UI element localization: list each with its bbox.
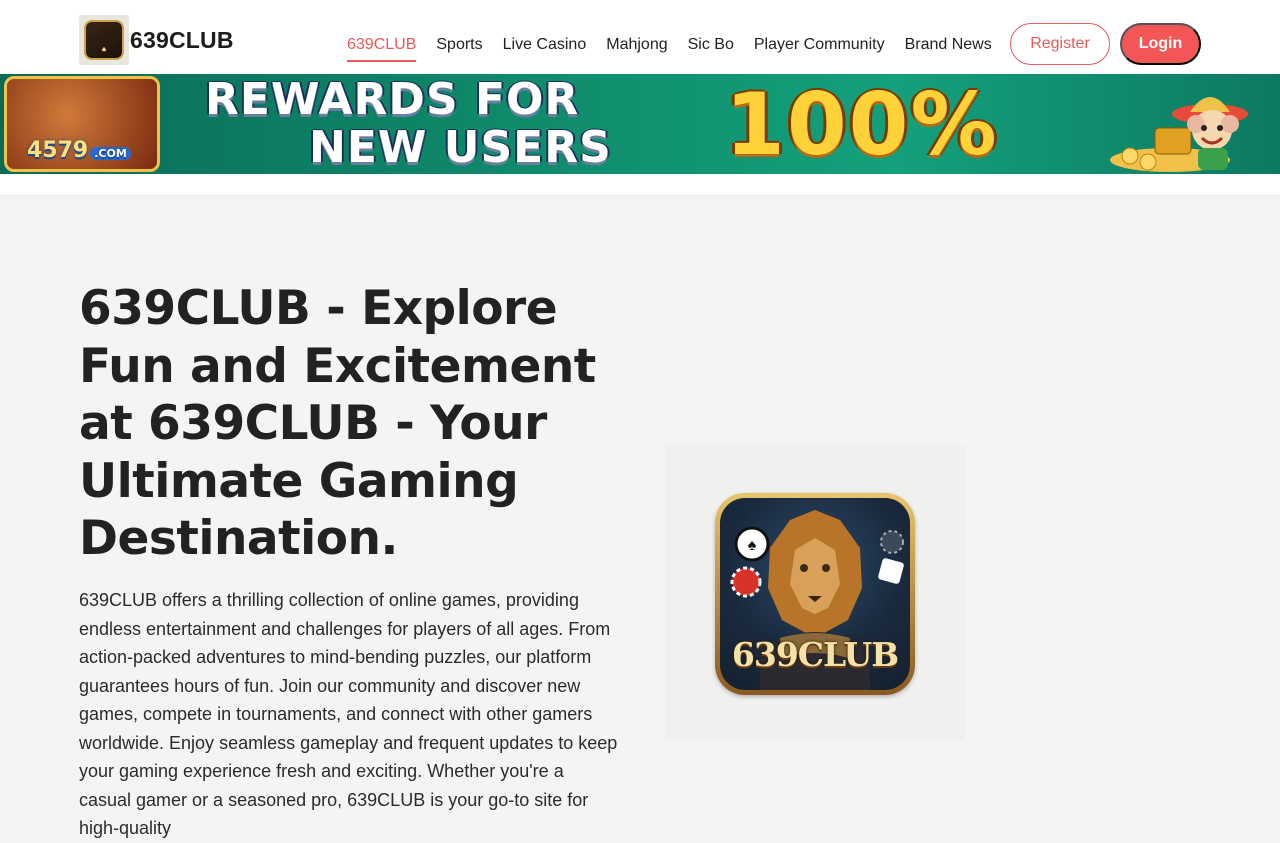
banner-headline: REWARDS FOR NEW USERS — [205, 76, 612, 172]
nav-item-sic-bo[interactable]: Sic Bo — [688, 34, 734, 62]
page-title: 639CLUB - Explore Fun and Excitement at … — [79, 281, 596, 566]
nav-item-sports[interactable]: Sports — [436, 34, 482, 62]
site-header: ♠ 639CLUB 639CLUB Sports Live Casino Mah… — [0, 0, 1280, 74]
brand-logo[interactable]: ♠ — [79, 15, 129, 65]
brand-name[interactable]: 639CLUB — [130, 27, 234, 54]
register-button[interactable]: Register — [1010, 23, 1110, 65]
banner-percent: 100% — [725, 75, 999, 174]
casino-badge-image: 4579 .COM — [4, 76, 160, 172]
nav-item-player-community[interactable]: Player Community — [754, 34, 885, 62]
badge-site-text: 4579 .COM — [27, 138, 131, 163]
nav-item-brand-news[interactable]: Brand News — [905, 34, 992, 62]
svg-text:♠: ♠ — [748, 537, 757, 554]
mascot-illustration — [1110, 97, 1248, 172]
login-button[interactable]: Login — [1120, 23, 1201, 65]
brand[interactable]: ♠ 639CLUB — [79, 15, 234, 65]
promo-banner[interactable]: 4579 .COM REWARDS FOR NEW USERS 100% — [0, 74, 1280, 174]
nav-item-mahjong[interactable]: Mahjong — [606, 34, 667, 62]
hero-image: ♠ 639CLUB — [665, 445, 965, 740]
app-logo-face: ♠ 639CLUB — [720, 498, 910, 690]
banner-headline-line1: REWARDS FOR — [205, 74, 580, 125]
hero-description: 639CLUB offers a thrilling collection of… — [79, 590, 618, 838]
banner-bottom-strip — [0, 174, 1280, 196]
nav-item-639club[interactable]: 639CLUB — [347, 34, 417, 62]
app-logo: ♠ 639CLUB — [715, 493, 915, 695]
lion-logo-icon: ♠ — [84, 20, 124, 60]
main-nav: 639CLUB Sports Live Casino Mahjong Sic B… — [347, 34, 1012, 62]
app-logo-label: 639CLUB — [731, 635, 899, 674]
banner-headline-line2: NEW USERS — [309, 122, 612, 173]
nav-item-live-casino[interactable]: Live Casino — [503, 34, 587, 62]
